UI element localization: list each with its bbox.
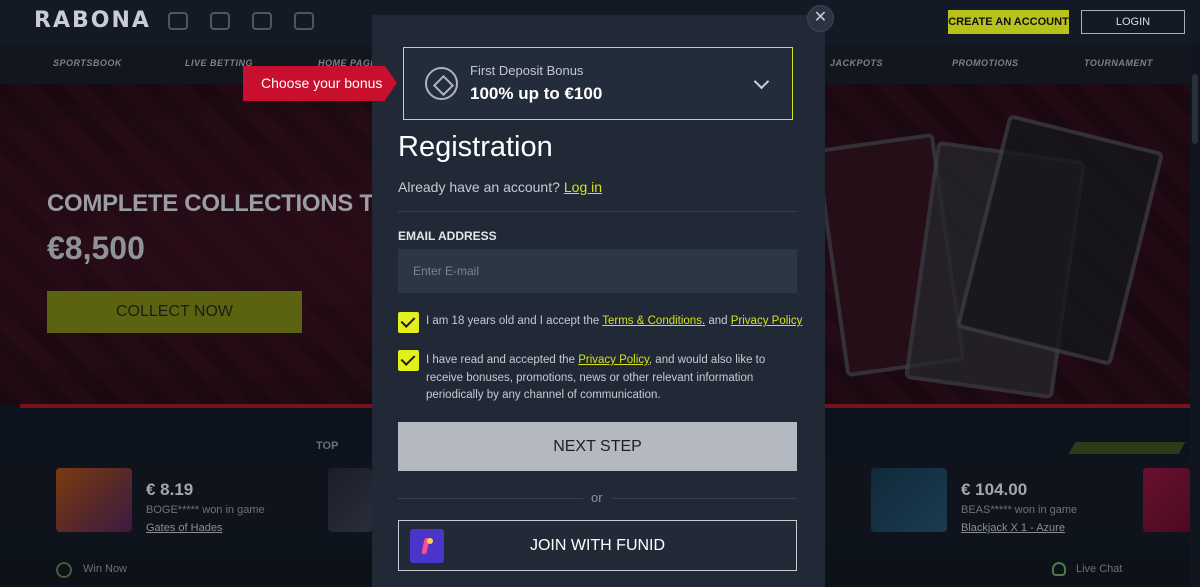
winner-name: BEAS***** won in game [961,504,1078,516]
login-link[interactable]: Log in [564,179,602,195]
bonus-select[interactable]: First Deposit Bonus 100% up to €100 [403,47,793,120]
already-account-text: Already have an account? Log in [398,179,602,195]
nav-item-sportsbook[interactable]: SPORTSBOOK [53,58,122,68]
marketing-consent-checkbox[interactable] [398,350,419,371]
refresh-icon[interactable] [252,12,272,30]
nav-item-tournament[interactable]: TOURNAMENT [1084,58,1153,68]
age-terms-checkbox[interactable] [398,312,419,333]
bonus-value: 100% up to €100 [470,84,603,103]
age-terms-text: I am 18 years old and I accept the Terms… [426,313,806,331]
live-chat-label[interactable]: Live Chat [1076,563,1122,575]
site-logo[interactable]: RABONA [34,8,151,33]
game-link[interactable]: Gates of Hades [146,522,222,534]
winner-name: BOGE***** won in game [146,504,265,516]
privacy-policy-link[interactable]: Privacy Policy [578,354,649,366]
nav-item-jackpots[interactable]: JACKPOTS [830,58,883,68]
close-icon[interactable]: ✕ [807,5,834,32]
divider [398,498,583,499]
or-separator: or [591,490,603,505]
consent-text: I am 18 years old and I accept the [426,315,600,327]
page-title: Registration [398,131,553,163]
header-icons [168,12,314,30]
collect-now-button[interactable]: COLLECT NOW [47,291,302,333]
headset-icon[interactable] [1052,562,1066,576]
consent-and: and [708,315,728,327]
trophy-icon[interactable] [210,12,230,30]
diamond-icon[interactable] [294,12,314,30]
privacy-policy-link[interactable]: Privacy Policy [731,315,803,327]
login-button[interactable]: LOGIN [1081,10,1185,34]
game-thumbnail[interactable] [56,468,132,532]
create-account-button[interactable]: CREATE AN ACCOUNT [948,10,1069,34]
win-amount: € 8.19 [146,480,194,499]
hero-amount: €8,500 [47,230,145,266]
soccer-ball-icon [425,67,458,100]
funid-logo-icon [410,529,444,563]
game-thumbnail[interactable] [328,468,372,532]
divider [398,211,797,212]
divider [612,498,797,499]
email-label: EMAIL ADDRESS [398,229,497,243]
game-thumbnail[interactable] [1143,468,1190,532]
section-label: TOP [316,440,339,452]
game-link[interactable]: Blackjack X 1 - Azure [961,522,1065,534]
win-amount: € 104.00 [961,480,1028,499]
clover-icon[interactable] [56,562,72,578]
calendar-icon[interactable] [168,12,188,30]
bonus-label: First Deposit Bonus [470,63,584,78]
scrollbar-thumb[interactable] [1192,74,1198,144]
already-account-label: Already have an account? [398,179,560,195]
choose-bonus-tag: Choose your bonus [243,66,397,101]
consent-text: I have read and accepted the [426,354,575,366]
terms-link[interactable]: Terms & Conditions. [602,315,705,327]
marketing-consent-text: I have read and accepted the Privacy Pol… [426,352,801,405]
chevron-down-icon[interactable] [753,73,770,90]
nav-item-promotions[interactable]: PROMOTIONS [952,58,1019,68]
section-tab [1068,442,1186,454]
win-now-label[interactable]: Win Now [83,563,127,575]
join-funid-button[interactable]: JOIN WITH FUNID [398,520,797,571]
game-thumbnail[interactable] [871,468,947,532]
email-field[interactable] [398,249,797,293]
next-step-button[interactable]: NEXT STEP [398,422,797,471]
